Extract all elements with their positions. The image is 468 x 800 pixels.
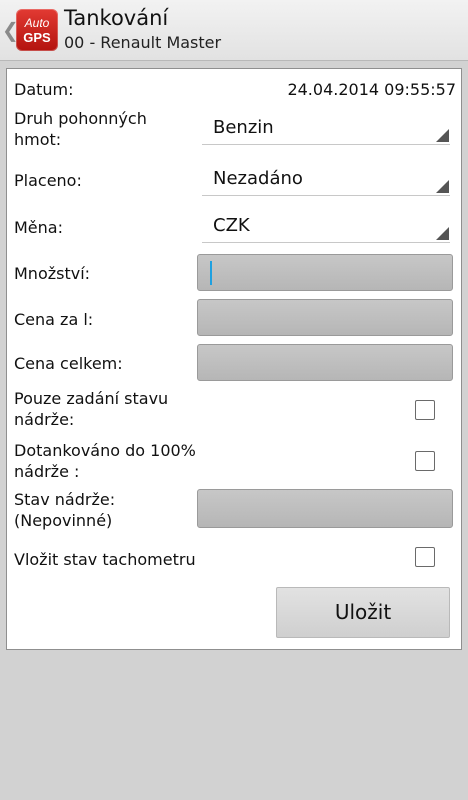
logo-line-2: GPS xyxy=(23,30,51,45)
odometer-checkbox[interactable] xyxy=(415,547,435,567)
tank-state-only-label: Pouze zadání stavu nádrže: xyxy=(14,389,169,429)
total-price-label: Cena celkem: xyxy=(14,354,123,373)
refuel-full-checkbox[interactable] xyxy=(415,451,435,471)
paid-value: Nezadáno xyxy=(213,168,303,189)
dropdown-triangle-icon xyxy=(436,180,449,193)
tank-state-label: Stav nádrže: (Nepovinné) xyxy=(14,490,116,530)
price-per-liter-label: Cena za l: xyxy=(14,310,94,329)
date-value: 24.04.2014 09:55:57 xyxy=(287,80,456,99)
currency-label: Měna: xyxy=(14,218,63,237)
page-title: Tankování xyxy=(64,6,169,30)
refuel-form: Datum: 24.04.2014 09:55:57 Druh pohonnýc… xyxy=(6,68,462,650)
logo-line-1: Auto xyxy=(24,16,50,30)
vehicle-subtitle: 00 - Renault Master xyxy=(64,33,222,52)
dropdown-triangle-icon xyxy=(436,129,449,142)
tank-state-input[interactable] xyxy=(197,489,453,528)
total-price-input[interactable] xyxy=(197,344,453,381)
text-cursor xyxy=(210,261,212,285)
dropdown-triangle-icon xyxy=(436,227,449,240)
fuel-type-label: Druh pohonných hmot: xyxy=(14,109,147,149)
app-logo[interactable]: Auto GPS xyxy=(16,9,58,51)
paid-label: Placeno: xyxy=(14,171,82,190)
refuel-full-label: Dotankováno do 100% nádrže : xyxy=(14,441,196,481)
fuel-type-select[interactable]: Benzin xyxy=(202,114,450,145)
quantity-input[interactable] xyxy=(197,254,453,291)
currency-select[interactable]: CZK xyxy=(202,212,450,243)
save-button[interactable]: Uložit xyxy=(276,587,450,638)
date-label: Datum: xyxy=(14,80,74,99)
price-per-liter-input[interactable] xyxy=(197,299,453,336)
action-bar: ❮ Auto GPS Tankování 00 - Renault Master xyxy=(0,0,468,61)
fuel-type-value: Benzin xyxy=(213,117,274,138)
currency-value: CZK xyxy=(213,215,250,236)
tank-state-only-checkbox[interactable] xyxy=(415,400,435,420)
odometer-label: Vložit stav tachometru xyxy=(14,550,196,569)
paid-select[interactable]: Nezadáno xyxy=(202,165,450,196)
quantity-label: Množství: xyxy=(14,264,91,283)
